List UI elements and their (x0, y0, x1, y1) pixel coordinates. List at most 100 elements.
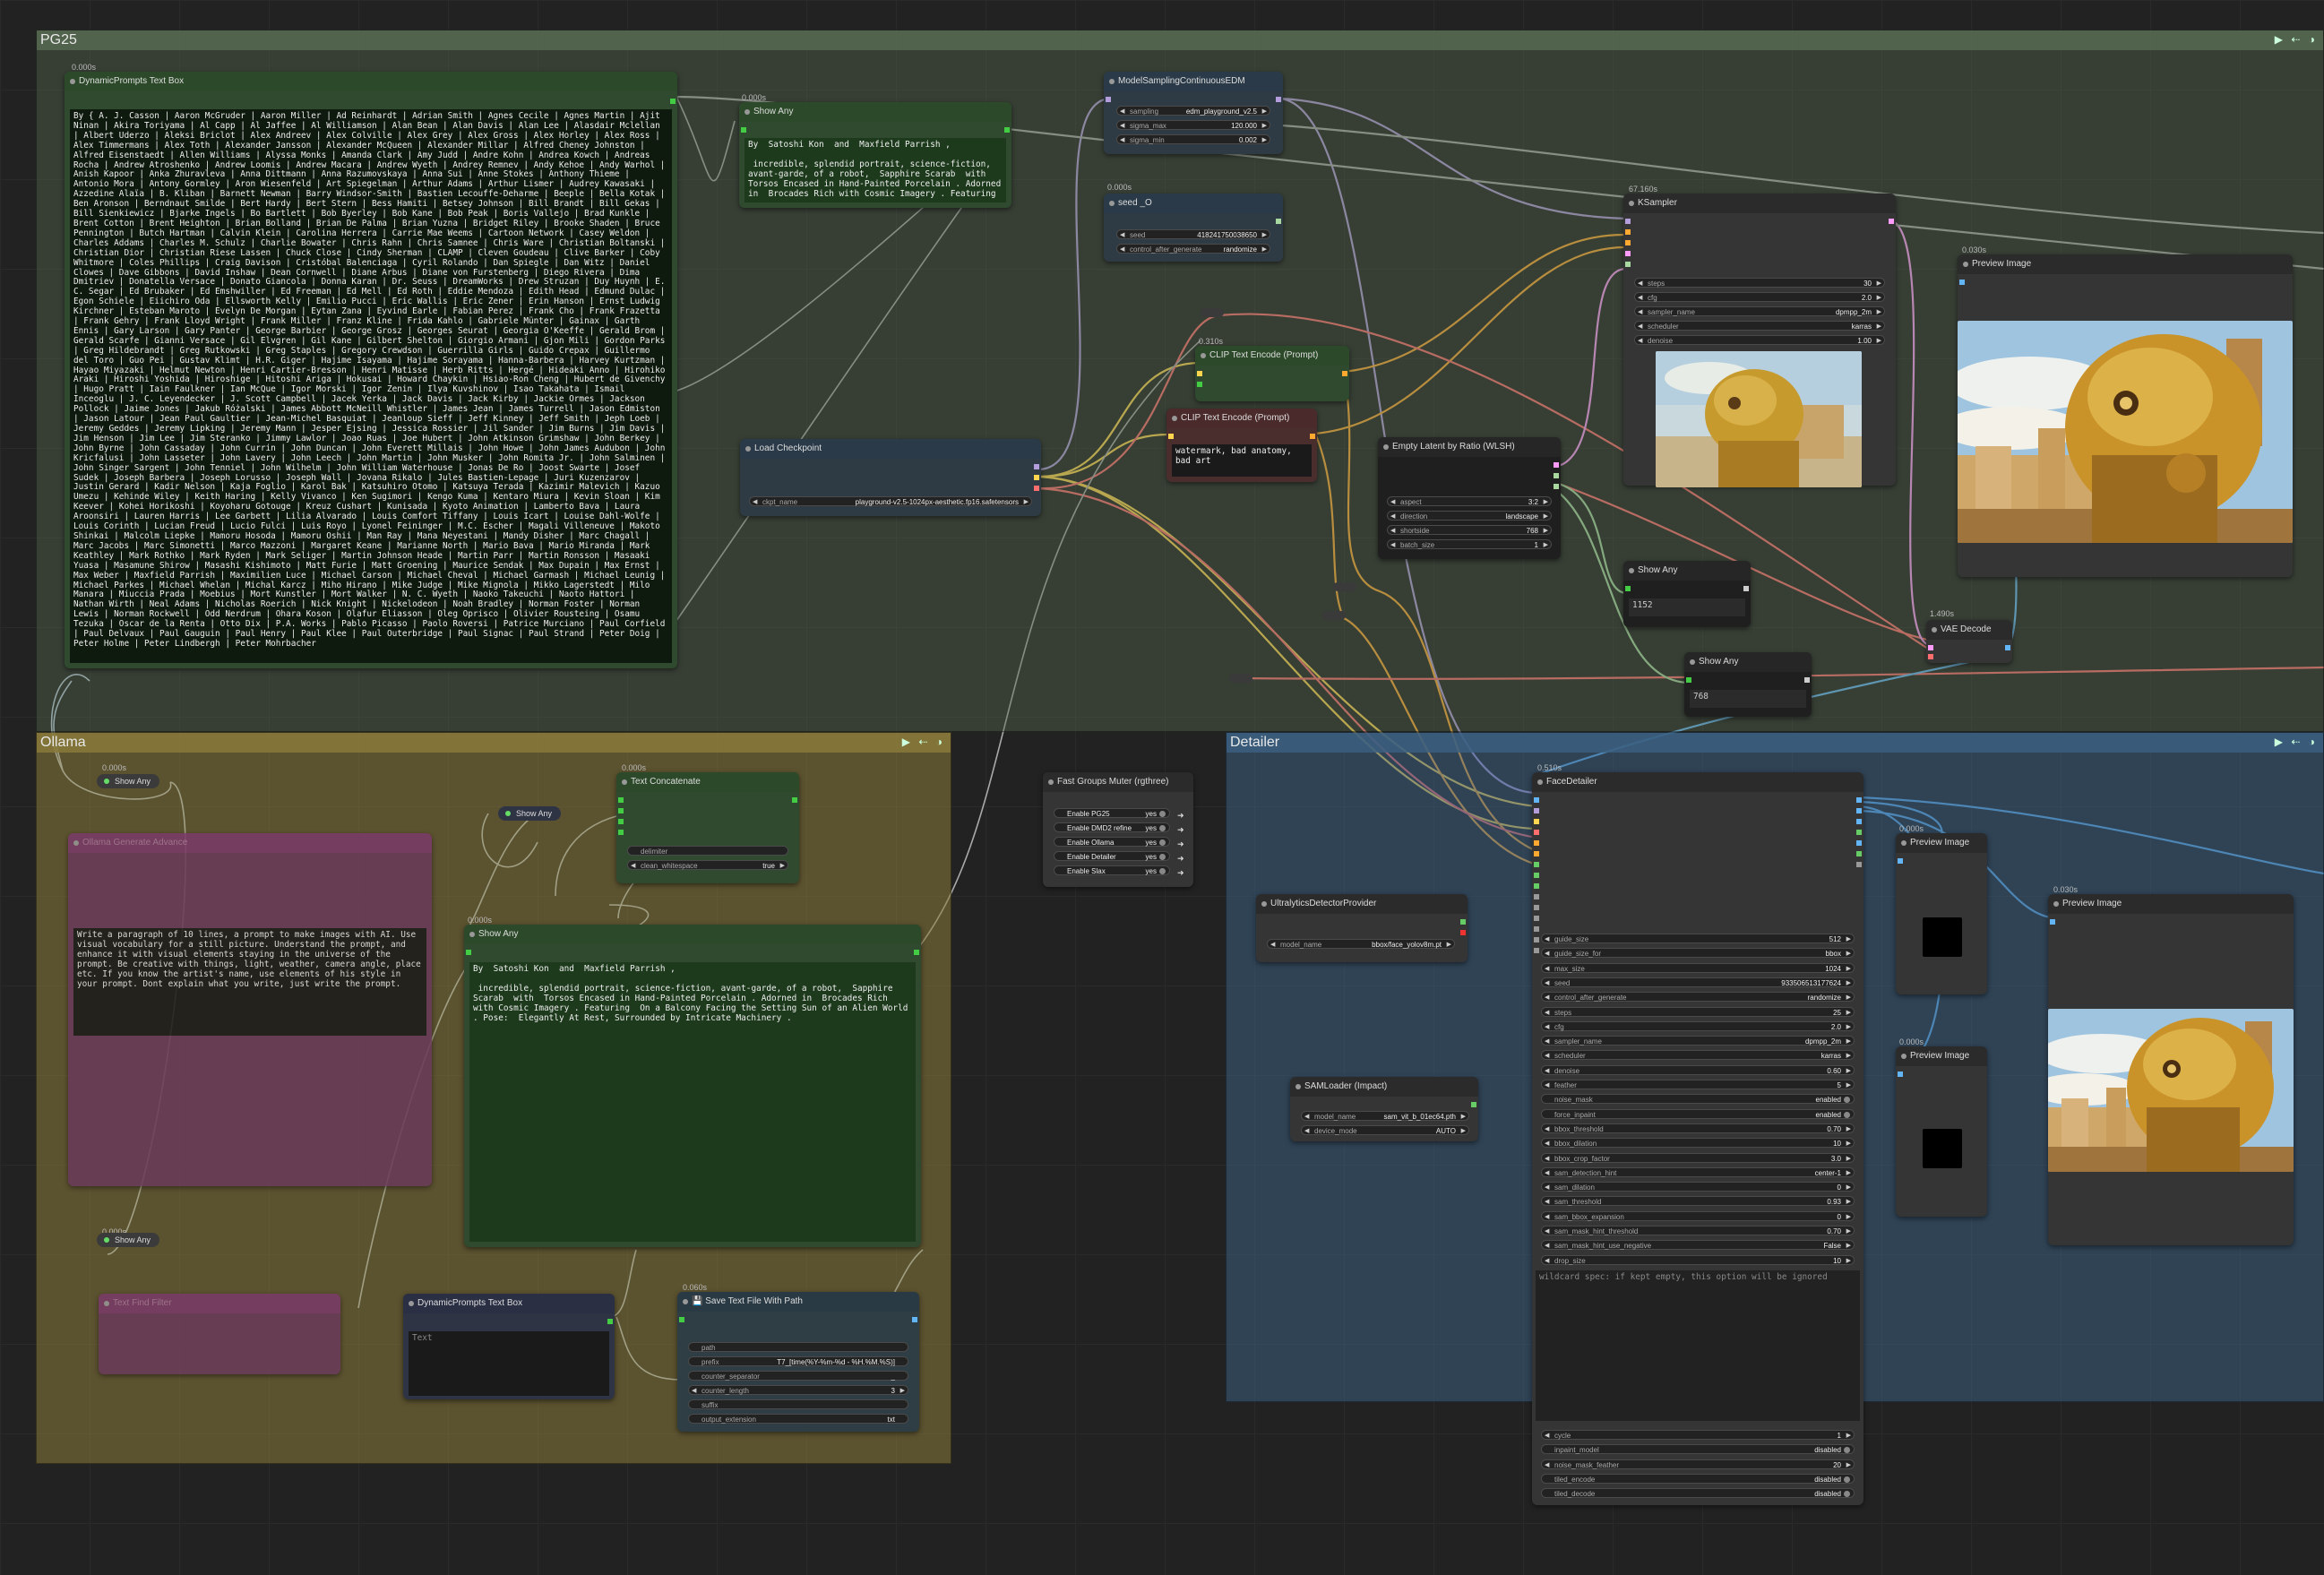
widget-steps[interactable]: steps 25 (1541, 1006, 1855, 1018)
image-input-port[interactable] (1898, 1072, 1903, 1077)
text-input-port[interactable] (1197, 382, 1202, 387)
node-title[interactable]: Show Any (464, 925, 921, 944)
widget-sam-threshold[interactable]: sam_threshold 0.93 (1541, 1196, 1855, 1207)
widget-direction[interactable]: direction landscape (1387, 511, 1552, 521)
output-port[interactable] (914, 950, 919, 955)
input-port[interactable] (1534, 840, 1539, 846)
input-port[interactable] (1534, 905, 1539, 910)
output-port[interactable] (1856, 862, 1862, 867)
widget-sam-dilation[interactable]: sam_dilation 0 (1541, 1182, 1855, 1192)
node-title[interactable]: CLIP Text Encode (Prompt) (1166, 409, 1317, 428)
widget-device-mode[interactable]: device_mode AUTO (1301, 1125, 1469, 1136)
load-checkpoint-node[interactable]: Load Checkpoint ckpt_name playground-v2.5… (740, 439, 1041, 516)
node-title[interactable]: Show Any (1684, 652, 1812, 672)
show-any-collapsed-node[interactable]: Show Any (498, 806, 562, 821)
latent-input-port[interactable] (1625, 251, 1631, 256)
output-port[interactable] (1856, 851, 1862, 856)
ultralytics-detector-node[interactable]: UltralyticsDetectorProvider model_name bb… (1256, 894, 1468, 962)
segm-detector-output-port[interactable] (1460, 930, 1466, 935)
seed-node[interactable]: seed _O seed 418241750038650 control_afte… (1104, 194, 1283, 262)
bbox-detector-output-port[interactable] (1460, 919, 1466, 925)
widget-bbox-threshold[interactable]: bbox_threshold 0.70 (1541, 1123, 1855, 1134)
widget-output-extension[interactable]: output_extension txt (688, 1414, 908, 1424)
output-port[interactable] (1804, 677, 1810, 683)
node-title[interactable]: DynamicPrompts Text Box (403, 1294, 615, 1313)
input-port[interactable] (1534, 851, 1539, 856)
group-controls-icon[interactable]: ▶ ⇠ ◑ (2275, 33, 2318, 46)
widget-model-name[interactable]: model_name bbox/face_yolov8m.pt (1267, 939, 1455, 950)
widget-seed[interactable]: seed 933506513177624 (1541, 977, 1855, 988)
node-title[interactable]: Text Concatenate (616, 772, 799, 792)
widget-ckpt-name[interactable]: ckpt_name playground-v2.5-1024px-aestheti… (749, 496, 1032, 507)
widget-bbox-crop-factor[interactable]: bbox_crop_factor 3.0 (1541, 1152, 1855, 1164)
sam-model-output-port[interactable] (1471, 1102, 1476, 1107)
input-port[interactable] (1534, 808, 1539, 813)
widget-denoise[interactable]: denoise 0.60 (1541, 1064, 1855, 1076)
group-pg25-header[interactable] (37, 30, 2323, 50)
node-title[interactable]: UltralyticsDetectorProvider (1256, 894, 1468, 914)
ollama-generate-node[interactable]: Ollama Generate Advance Write a paragrap… (68, 833, 432, 1186)
text-find-filter-node[interactable]: Text Find Filter (99, 1294, 340, 1374)
widget-force-inpaint[interactable]: force_inpaint enabled (1541, 1108, 1855, 1119)
reroute-node[interactable] (1201, 308, 1224, 317)
widget-seed[interactable]: seed 418241750038650 (1116, 229, 1270, 240)
widget-prefix[interactable]: prefix T7_[time(%Y-%m-%d - %H.%M.%S)] (688, 1356, 908, 1366)
toggle-enable-detailer[interactable]: Enable Detailer yes (1054, 851, 1170, 861)
node-title[interactable]: Preview Image (1958, 254, 2293, 274)
reroute-node[interactable] (1333, 582, 1356, 591)
widget-inpaint-model[interactable]: inpaint_model disabled (1541, 1444, 1855, 1455)
image-input-port[interactable] (2050, 919, 2055, 925)
toggle-enable-dmd2-refine[interactable]: Enable DMD2 refine yes (1054, 822, 1170, 832)
dynamic-prompt-input[interactable]: Text (409, 1331, 609, 1396)
input-port[interactable] (1534, 862, 1539, 867)
widget-counter-separator[interactable]: counter_separator _ (688, 1371, 908, 1381)
clip-text-encode-positive-node[interactable]: CLIP Text Encode (Prompt) (1195, 346, 1349, 401)
int-output-port[interactable] (1276, 219, 1281, 224)
prompt-textarea[interactable]: By { A. J. Casson | Aaron McGruder | Aar… (70, 109, 672, 663)
widget-sigma-max[interactable]: sigma_max 120.000 (1116, 120, 1270, 131)
input-port[interactable] (1534, 916, 1539, 921)
widget-drop-size[interactable]: drop_size 10 (1541, 1254, 1855, 1266)
text-concatenate-node[interactable]: Text Concatenate delimiter clean_whitesp… (616, 772, 799, 883)
group-controls-icon[interactable]: ▶ ⇠ ◑ (2275, 736, 2318, 748)
widget-model-name[interactable]: model_name sam_vit_b_01ec64.pth (1301, 1111, 1469, 1122)
image-output-port[interactable] (2005, 645, 2010, 650)
node-title[interactable]: Fast Groups Muter (rgthree) (1043, 772, 1193, 792)
node-title[interactable]: Preview Image (2048, 894, 2294, 914)
output-port[interactable] (1856, 819, 1862, 824)
show-any-node[interactable]: Show Any By Satoshi Kon and Maxfield Par… (739, 102, 1011, 208)
widget-feather[interactable]: feather 5 (1541, 1080, 1855, 1090)
widget-steps[interactable]: steps 30 (1634, 278, 1885, 288)
node-title[interactable]: KSampler (1623, 194, 1896, 213)
toggle-enable-slax[interactable]: Enable Slax yes (1054, 865, 1170, 875)
widget-sampler-name[interactable]: sampler_name dpmpp_2m (1634, 306, 1885, 317)
input-port[interactable] (1534, 819, 1539, 824)
output-port[interactable] (1856, 840, 1862, 846)
dynamicprompts-text-box-node[interactable]: DynamicPrompts Text Box Text (403, 1294, 615, 1399)
text-input-port[interactable] (618, 819, 624, 824)
preview-image-node[interactable]: Preview Image (1896, 1046, 1987, 1217)
clip-text-encode-negative-node[interactable]: CLIP Text Encode (Prompt) watermark, bad… (1166, 409, 1317, 482)
widget-sampler-name[interactable]: sampler_name dpmpp_2m (1541, 1036, 1855, 1046)
output-port[interactable] (912, 1317, 917, 1322)
widget-guide-size-for[interactable]: guide_size_for bbox (1541, 948, 1855, 959)
string-output-port[interactable] (607, 1319, 613, 1324)
input-port[interactable] (1534, 948, 1539, 953)
widget-max-size[interactable]: max_size 1024 (1541, 962, 1855, 974)
conditioning-output-port[interactable] (1342, 371, 1347, 376)
text-input-port[interactable] (618, 830, 624, 835)
node-title[interactable]: Show Any (739, 102, 1011, 122)
widget-scheduler[interactable]: scheduler karras (1634, 321, 1885, 331)
widget-suffix[interactable]: suffix (688, 1399, 908, 1409)
workflow-canvas[interactable]: PG25 ▶ ⇠ ◑ Ollama ▶ ⇠ ◑ Detailer ▶ ⇠ ◑ 0… (0, 0, 2324, 1575)
widget-shortside[interactable]: shortside 768 (1387, 525, 1552, 536)
text-input-port[interactable] (679, 1317, 684, 1322)
model-output-port[interactable] (1034, 464, 1039, 469)
node-title[interactable]: Load Checkpoint (740, 439, 1041, 459)
reroute-node[interactable] (1322, 611, 1346, 620)
node-title[interactable]: Preview Image (1896, 833, 1987, 853)
text-input-port[interactable] (618, 797, 624, 803)
widget-batch-size[interactable]: batch_size 1 (1387, 539, 1552, 550)
widget-clean-whitespace[interactable]: clean_whitespace true (627, 860, 788, 871)
node-title[interactable]: 💾 Save Text File With Path (677, 1292, 919, 1312)
